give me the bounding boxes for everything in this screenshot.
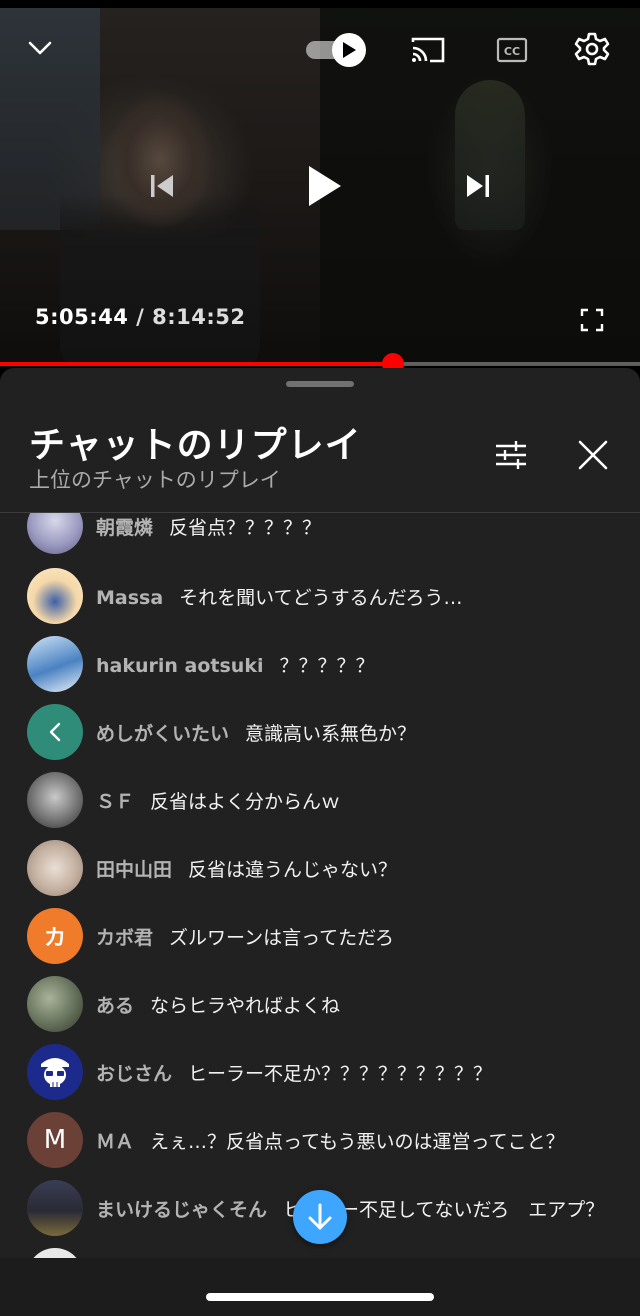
status-bar-strip (0, 0, 640, 8)
total-time: 8:14:52 (152, 305, 246, 329)
message-text: 意識高い系無色か？ (245, 722, 417, 745)
filter-sliders-icon[interactable] (490, 434, 532, 476)
message-body: hakurin aotsuki ？？？？？ (96, 651, 375, 678)
chevron-down-icon[interactable] (20, 28, 60, 68)
avatar[interactable] (27, 636, 83, 692)
skip-next-icon[interactable] (456, 164, 500, 208)
cast-icon[interactable] (406, 30, 450, 70)
message-text: それを聞いてどうするんだろう… (179, 586, 463, 609)
skull-icon (41, 1058, 69, 1087)
avatar[interactable] (27, 513, 83, 554)
message-body: おじさん ヒーラー不足か？？？？？？？？？ (96, 1059, 492, 1086)
chat-message[interactable] (0, 1248, 640, 1258)
avatar[interactable] (27, 1248, 83, 1258)
avatar-letter-icon (49, 722, 61, 742)
message-body: カボ君 ズルワーンは言ってただろ (96, 923, 394, 950)
avatar[interactable] (27, 1044, 83, 1100)
avatar[interactable]: M (27, 1112, 83, 1168)
play-icon[interactable] (296, 158, 352, 214)
message-author[interactable]: ＳＦ (96, 791, 134, 813)
message-author[interactable]: 田中山田 (96, 859, 172, 881)
cc-icon[interactable]: CC (490, 30, 534, 70)
avatar[interactable] (27, 840, 83, 896)
message-body: 田中山田 反省は違うんじゃない？ (96, 855, 397, 882)
message-body: Massa それを聞いてどうするんだろう… (96, 583, 462, 610)
chat-message[interactable]: hakurin aotsuki ？？？？？ (0, 636, 640, 692)
video-player[interactable]: CC 5:05:44 / 8:14:52 (0, 0, 640, 365)
chat-message[interactable]: おじさん ヒーラー不足か？？？？？？？？？ (0, 1044, 640, 1100)
message-text: ヒーラー不足か？？？？？？？？？ (188, 1062, 493, 1085)
avatar[interactable]: カ (27, 908, 83, 964)
gear-icon[interactable] (570, 26, 614, 72)
chat-message[interactable]: Massa それを聞いてどうするんだろう… (0, 568, 640, 624)
message-text: ？？？？？ (279, 654, 375, 677)
message-body: まいけるじゃくそん ヒーラー不足してないだろ エアプ？ (96, 1195, 604, 1222)
chat-message[interactable]: カ カボ君 ズルワーンは言ってただろ (0, 908, 640, 964)
fullscreen-icon[interactable] (574, 302, 610, 338)
message-text: ならヒラやればよくね (150, 994, 341, 1017)
message-body: ＭＡ えぇ…？反省点ってもう悪いのは運営ってこと？ (96, 1127, 565, 1154)
message-author[interactable]: まいけるじゃくそん (96, 1199, 267, 1221)
chat-message[interactable]: M ＭＡ えぇ…？反省点ってもう悪いのは運営ってこと？ (0, 1112, 640, 1168)
current-time: 5:05:44 (35, 305, 129, 329)
avatar[interactable] (27, 772, 83, 828)
chat-message[interactable]: 田中山田 反省は違うんじゃない？ (0, 840, 640, 896)
message-author[interactable]: ある (96, 995, 134, 1017)
close-icon[interactable] (572, 434, 614, 476)
progress-bar[interactable] (0, 353, 640, 375)
message-author[interactable]: カボ君 (96, 927, 153, 949)
message-author[interactable]: hakurin aotsuki (96, 655, 263, 677)
svg-text:CC: CC (504, 45, 520, 58)
home-indicator[interactable] (206, 1293, 434, 1301)
avatar[interactable] (27, 1180, 83, 1236)
message-body: めしがくいたい 意識高い系無色か？ (96, 719, 416, 746)
message-text: 反省は違うんじゃない？ (188, 858, 398, 881)
skip-previous-icon[interactable] (140, 164, 184, 208)
chat-replay-panel: チャットのリプレイ 上位のチャットのリプレイ 朝霞燐 反省点？？？？？ Massa… (0, 368, 640, 1258)
system-nav-area (0, 1258, 640, 1316)
message-body: 朝霞燐 反省点？？？？？ (96, 513, 321, 540)
chat-message[interactable]: 朝霞燐 反省点？？？？？ (0, 513, 640, 554)
message-body: ＳＦ 反省はよく分からんｗ (96, 787, 340, 814)
panel-title: チャットのリプレイ (29, 425, 362, 466)
message-author[interactable]: ＭＡ (96, 1131, 134, 1153)
avatar[interactable] (27, 704, 83, 760)
message-author[interactable]: めしがくいたい (96, 723, 229, 745)
drag-handle[interactable] (286, 381, 354, 387)
chat-message[interactable]: めしがくいたい 意識高い系無色か？ (0, 704, 640, 760)
arrow-down-icon[interactable] (293, 1190, 347, 1244)
progress-played (0, 362, 393, 366)
avatar[interactable] (27, 568, 83, 624)
chat-message[interactable]: ある ならヒラやればよくね (0, 976, 640, 1032)
avatar[interactable] (27, 976, 83, 1032)
message-author[interactable]: おじさん (96, 1063, 172, 1085)
message-text: 反省はよく分からんｗ (150, 790, 341, 813)
message-author[interactable]: 朝霞燐 (96, 517, 153, 539)
time-separator: / (128, 305, 153, 329)
chat-message-list[interactable]: 朝霞燐 反省点？？？？？ Massa それを聞いてどうするんだろう… hakurin… (0, 513, 640, 1258)
playback-time: 5:05:44 / 8:14:52 (35, 305, 246, 329)
message-text: えぇ…？反省点ってもう悪いのは運営ってこと？ (150, 1130, 565, 1153)
chat-message[interactable]: ＳＦ 反省はよく分からんｗ (0, 772, 640, 828)
message-text: ズルワーンは言ってただろ (169, 926, 394, 949)
message-body: ある ならヒラやればよくね (96, 991, 340, 1018)
message-text: 反省点？？？？？ (169, 516, 322, 539)
panel-subtitle[interactable]: 上位のチャットのリプレイ (29, 464, 281, 494)
autoplay-toggle-icon[interactable] (304, 32, 368, 68)
message-author[interactable]: Massa (96, 587, 163, 609)
autoplay-knob (332, 33, 366, 67)
